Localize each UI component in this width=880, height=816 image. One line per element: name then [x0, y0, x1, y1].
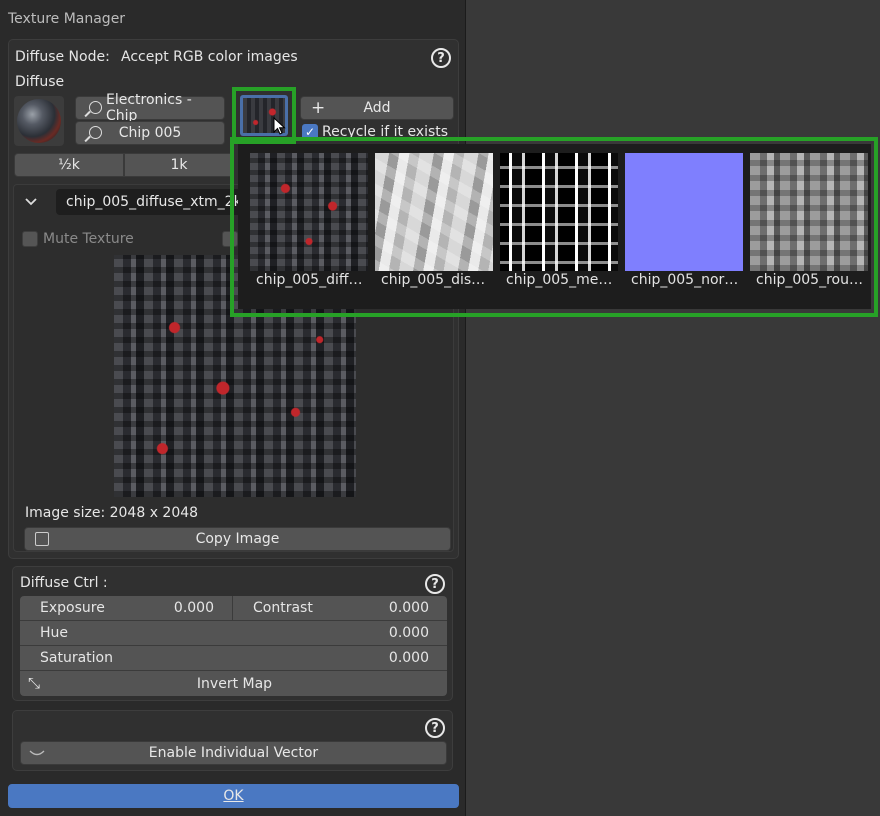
thumbnail-label: chip_005_dis… — [381, 272, 486, 288]
thumbnail-label: chip_005_rou… — [756, 272, 863, 288]
add-button[interactable]: + Add — [300, 96, 454, 120]
hue-value: 0.000 — [388, 625, 429, 641]
copy-image-button[interactable]: Copy Image — [24, 527, 451, 551]
category-selector[interactable]: Electronics - Chip — [75, 92, 225, 124]
image-size-text: Image size: 2048 x 2048 — [25, 505, 199, 521]
thumbnail-label: chip_005_diff… — [256, 272, 363, 288]
contrast-field[interactable]: Contrast 0.000 — [233, 596, 447, 620]
mute-texture-label: Mute Texture — [43, 231, 134, 247]
help-icon[interactable]: ? — [425, 574, 445, 594]
thumbnail-displacement[interactable] — [375, 153, 493, 271]
exposure-value: 0.000 — [173, 600, 214, 616]
resolution-half-k[interactable]: ½k — [14, 153, 124, 177]
copy-icon — [35, 532, 49, 546]
invert-icon: ⤡ — [28, 674, 41, 692]
resolution-1k[interactable]: 1k — [124, 153, 234, 177]
enable-vector-button[interactable]: Enable Individual Vector — [20, 741, 447, 765]
ctrl-title: Diffuse Ctrl : — [20, 575, 108, 591]
mute-texture-checkbox[interactable] — [22, 231, 38, 247]
thumbnail-label: chip_005_nor… — [631, 272, 739, 288]
saturation-value: 0.000 — [388, 650, 429, 666]
search-icon — [89, 126, 102, 139]
help-icon[interactable]: ? — [425, 718, 445, 738]
node-description: Accept RGB color images — [121, 49, 298, 65]
contrast-value: 0.000 — [388, 600, 429, 616]
thumbnail-metallic[interactable] — [500, 153, 618, 271]
material-label: Chip 005 — [118, 125, 182, 141]
exposure-field[interactable]: Exposure 0.000 — [20, 596, 233, 620]
vector-box: ? Enable Individual Vector — [12, 710, 453, 771]
thumbnail-normal[interactable] — [625, 153, 743, 271]
section-label: Diffuse — [15, 74, 65, 90]
search-icon — [89, 101, 102, 114]
ctrl-fields: Exposure 0.000 Contrast 0.000 Hue 0.000 … — [20, 596, 447, 696]
saturation-field[interactable]: Saturation 0.000 — [20, 646, 447, 671]
node-label: Diffuse Node: — [15, 49, 110, 65]
category-label: Electronics - Chip — [106, 92, 192, 124]
texture-manager-panel: Texture Manager Diffuse Node: Accept RGB… — [0, 0, 466, 816]
help-icon[interactable]: ? — [431, 48, 451, 68]
thumbnail-roughness[interactable] — [750, 153, 868, 271]
exposure-contrast-row: Exposure 0.000 Contrast 0.000 — [20, 596, 447, 621]
sphere-icon — [17, 99, 61, 143]
window-title: Texture Manager — [8, 11, 126, 27]
plus-icon: + — [311, 98, 326, 118]
invert-map-button[interactable]: ⤡ Invert Map — [20, 671, 447, 696]
material-selector[interactable]: Chip 005 — [75, 121, 225, 145]
mouse-cursor-icon — [273, 117, 286, 135]
ok-button[interactable]: OK — [8, 784, 459, 808]
diffuse-ctrl-box: Diffuse Ctrl : ? Exposure 0.000 Contrast… — [12, 566, 453, 701]
chevron-down-icon[interactable] — [24, 197, 38, 207]
texture-name-field[interactable]: chip_005_diffuse_xtm_2k — [56, 189, 256, 215]
thumbnail-diffuse[interactable] — [250, 153, 368, 271]
hue-field[interactable]: Hue 0.000 — [20, 621, 447, 646]
material-preview[interactable] — [14, 96, 64, 146]
collapse-icon — [29, 750, 45, 756]
thumbnail-label: chip_005_me… — [506, 272, 613, 288]
